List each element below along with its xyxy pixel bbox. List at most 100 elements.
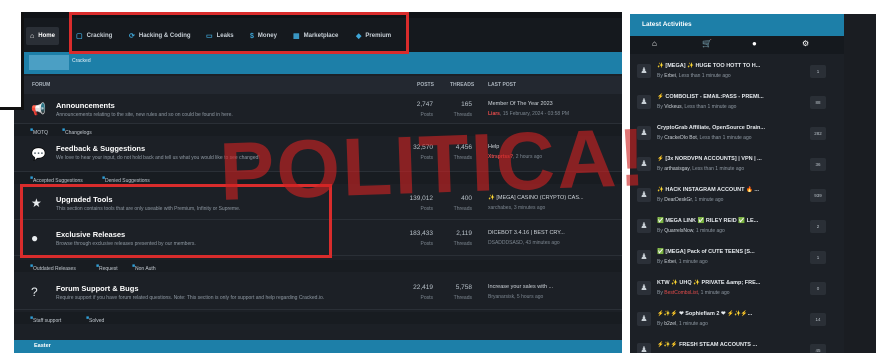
activity-item[interactable]: ♟ ✅ MEGA LINK ✅ RILEY REID ✅ LE... By Qu…: [630, 211, 844, 243]
category-banner: Cracked: [14, 52, 622, 74]
reply-count: 1: [810, 65, 826, 78]
subforum-request[interactable]: ■ Request: [96, 263, 118, 272]
activity-item[interactable]: ♟ ✨ HACK INSTAGRAM ACCOUNT 🔥 ... By Dear…: [630, 180, 844, 212]
last-post-user[interactable]: Xtrsprtss?: [488, 154, 513, 160]
threads-label: Threads: [453, 206, 472, 212]
activity-user[interactable]: b2zel: [664, 321, 676, 327]
activity-user[interactable]: Vickeus: [664, 104, 681, 110]
forum-row-support[interactable]: ? Forum Support & Bugs Require support i…: [14, 276, 622, 310]
activity-item[interactable]: ♟ CryptoGrab Affiliate, OpenSource Drain…: [630, 118, 844, 150]
activity-meta: By Erbei, Less than 1 minute ago: [657, 73, 731, 79]
subforum-motq[interactable]: ■ MOTQ: [30, 127, 48, 136]
subforum-denied[interactable]: ■ Denied Suggestions: [102, 175, 150, 184]
posts-count: 22,419: [413, 284, 433, 291]
reply-count: 2: [810, 220, 826, 233]
last-post-user[interactable]: xarchabes: [488, 205, 511, 211]
last-post-meta: Liars, 15 February, 2024 - 03:58 PM: [488, 111, 569, 117]
last-post-user[interactable]: Liars: [488, 111, 500, 117]
subforum-outdated[interactable]: ■ Outdated Releases: [30, 263, 76, 272]
forum-row-announcements[interactable]: 📢 Announcements Announcements relating t…: [14, 94, 622, 124]
subforum-staff-support[interactable]: ■ Staff support: [30, 315, 61, 324]
activity-title[interactable]: ✨ HACK INSTAGRAM ACCOUNT 🔥 ...: [657, 187, 759, 193]
threads-label: Threads: [453, 295, 472, 301]
activity-title[interactable]: ✅ MEGA LINK ✅ RILEY REID ✅ LE...: [657, 218, 758, 224]
activity-user[interactable]: BestCombsList: [664, 290, 698, 296]
highlight-forums-box: [20, 184, 332, 258]
dot-icon[interactable]: ●: [752, 39, 757, 48]
reply-count: 45: [810, 344, 826, 353]
activity-item[interactable]: ♟ ⚡✨⚡ ❤ Sophiefiam 2 ❤ ⚡✨⚡... By b2zel, …: [630, 304, 844, 336]
activity-item[interactable]: ♟ ⚡ [3x NORDVPN ACCOUNTS] | VPN | ... By…: [630, 149, 844, 181]
last-post-user[interactable]: Bryanarsisk: [488, 294, 514, 300]
activity-title[interactable]: ⚡✨⚡ ❤ Sophiefiam 2 ❤ ⚡✨⚡...: [657, 311, 752, 317]
threads-label: Threads: [453, 155, 472, 161]
nav-home[interactable]: ⌂ Home: [26, 27, 59, 45]
activity-title[interactable]: ⚡ COMBOLIST - EMAIL:PASS - PREMI...: [657, 94, 764, 100]
posts-label: Posts: [420, 295, 433, 301]
user-avatar-icon: ♟: [637, 312, 651, 326]
posts-label: Posts: [420, 241, 433, 247]
activity-meta: By DearDeskGr, 1 minute ago: [657, 197, 724, 203]
forum-title[interactable]: Forum Support & Bugs: [56, 284, 139, 293]
activity-title[interactable]: ⚡✨⚡ FRESH STEAM ACCOUNTS ...: [657, 342, 757, 348]
reply-count: 36: [810, 158, 826, 171]
activity-meta: By QuarrelsNow, 1 minute ago: [657, 228, 725, 234]
user-avatar-icon: ♟: [637, 250, 651, 264]
subforum-changelogs[interactable]: ■ Changelogs: [62, 127, 92, 136]
activity-title[interactable]: ✅ [MEGA] Pack of CUTE TEENS [S...: [657, 249, 755, 255]
last-post-title[interactable]: ✨ [MEGA] CASINO (CRYPTO) CAS...: [488, 195, 584, 201]
activity-item[interactable]: ♟ KTW ✨ UHQ ✨ PRIVATE &amp; FRE... By Be…: [630, 273, 844, 305]
last-post-title[interactable]: Help: [488, 144, 499, 150]
activity-item[interactable]: ♟ ✨ [MEGA] ✨ HUGE TOO HOTT TO H... By Er…: [630, 56, 844, 88]
subforum-bar: ■ MOTQ ■ Changelogs: [14, 124, 622, 136]
forum-title[interactable]: Feedback & Suggestions: [56, 144, 145, 153]
activity-user[interactable]: DearDeskGr: [664, 197, 692, 203]
last-post-time: , 43 minutes ago: [522, 240, 560, 246]
last-post-title[interactable]: Member Of The Year 2023: [488, 101, 553, 107]
forum-desc: Require support if you have forum relate…: [56, 295, 325, 301]
highlight-nav-box: [69, 12, 409, 54]
activity-user[interactable]: QuarrelsNow: [664, 228, 693, 234]
activity-title[interactable]: CryptoGrab Affiliate, OpenSource Drain..…: [657, 125, 765, 131]
activities-header: Latest Activities: [630, 14, 844, 36]
forum-title[interactable]: Announcements: [56, 101, 115, 110]
posts-count: 139,012: [409, 195, 434, 202]
question-icon: ?: [31, 285, 38, 299]
last-post-meta: xarchabes, 3 minutes ago: [488, 205, 545, 211]
home-icon[interactable]: ⌂: [652, 39, 657, 48]
last-post-title[interactable]: Increase your sales with ...: [488, 284, 553, 290]
activity-title[interactable]: ✨ [MEGA] ✨ HUGE TOO HOTT TO H...: [657, 63, 760, 69]
activity-user[interactable]: Erbei: [664, 73, 676, 79]
subforum-non-auth[interactable]: ■ Non Auth: [132, 263, 156, 272]
activity-item[interactable]: ♟ ⚡ COMBOLIST - EMAIL:PASS - PREMI... By…: [630, 87, 844, 119]
user-avatar-icon: ♟: [637, 343, 651, 353]
activity-user[interactable]: CrackeDIo Bot: [664, 135, 697, 141]
last-post-time: , 5 hours ago: [514, 294, 544, 300]
col-last-post: LAST POST: [488, 82, 517, 88]
activity-user[interactable]: arthasisgay: [664, 166, 689, 172]
user-avatar-icon: ♟: [637, 64, 651, 78]
activity-item[interactable]: ♟ ⚡✨⚡ FRESH STEAM ACCOUNTS ... 45: [630, 335, 844, 353]
top-edge: [0, 0, 876, 12]
activity-title[interactable]: KTW ✨ UHQ ✨ PRIVATE &amp; FRE...: [657, 280, 760, 286]
activity-meta: By b2zel, 1 minute ago: [657, 321, 708, 327]
reply-count: 1: [810, 251, 826, 264]
reply-count: 88: [810, 96, 826, 109]
reply-count: 939: [810, 189, 826, 202]
activity-user[interactable]: Erbei: [664, 259, 676, 265]
last-post-title[interactable]: DICEBOT 3.4.16 | BEST CRY...: [488, 230, 565, 236]
activity-title[interactable]: ⚡ [3x NORDVPN ACCOUNTS] | VPN | ...: [657, 156, 762, 162]
category-banner-bottom: Easter: [14, 340, 622, 353]
subforum-solved[interactable]: ■ Solved: [86, 315, 104, 324]
cart-icon[interactable]: 🛒: [702, 39, 712, 48]
banner-logo: [29, 55, 69, 70]
last-post-user[interactable]: DSADDDSASD: [488, 240, 523, 246]
reply-count: 282: [810, 127, 826, 140]
activity-item[interactable]: ♟ ✅ [MEGA] Pack of CUTE TEENS [S... By E…: [630, 242, 844, 274]
forum-row-feedback[interactable]: 💬 Feedback & Suggestions We love to hear…: [14, 136, 622, 172]
gear-icon[interactable]: ⚙: [802, 39, 809, 48]
last-post-time: , 15 February, 2024 - 03:58 PM: [499, 111, 570, 117]
forum-desc: We love to hear your input, do not hold …: [56, 155, 260, 161]
subforum-accepted[interactable]: ■ Accepted Suggestions: [30, 175, 83, 184]
reply-count: 14: [810, 313, 826, 326]
